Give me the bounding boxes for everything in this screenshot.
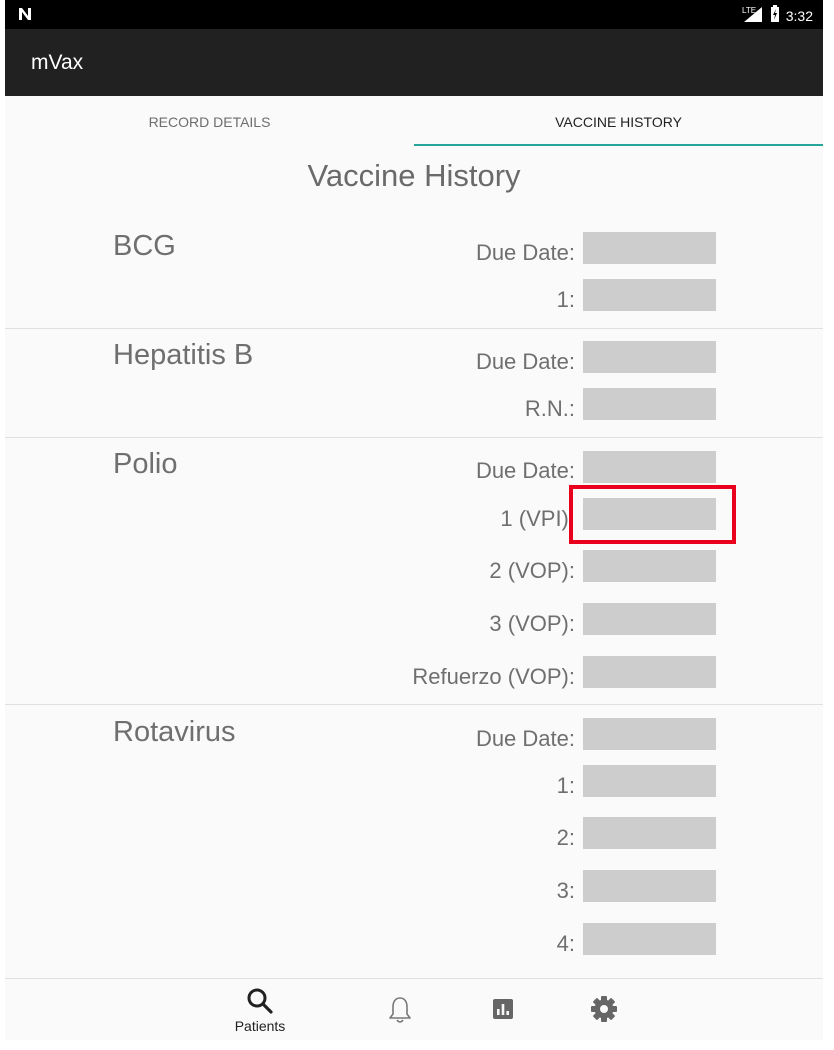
page-title: Vaccine History: [307, 158, 521, 193]
hepatitis-b-rn-field[interactable]: [583, 388, 716, 420]
field-label: R.N.:: [524, 396, 575, 421]
rotavirus-dose-4-field[interactable]: [583, 923, 716, 955]
field-label: Due Date:: [475, 240, 575, 265]
polio-booster-vop-field[interactable]: [583, 656, 716, 688]
app-toolbar: mVax: [5, 29, 823, 96]
tab-record-details[interactable]: RECORD DETAILS: [5, 96, 414, 148]
status-bar: LTE 3:32: [5, 0, 823, 29]
n-icon: [17, 6, 33, 27]
status-icons: LTE 3:32: [742, 5, 813, 26]
battery-icon: [770, 5, 780, 26]
field-label: 1:: [556, 773, 575, 798]
signal-icon: LTE: [742, 5, 764, 26]
hepatitis-b-due-date-field[interactable]: [583, 341, 716, 373]
vaccine-name-rotavirus: Rotavirus: [113, 716, 236, 748]
field-label: 1 (VPI):: [500, 506, 575, 531]
vaccine-name-hepatitis-b: Hepatitis B: [113, 339, 254, 371]
nav-patients-label: Patients: [234, 1018, 286, 1034]
field-label: 1:: [556, 287, 575, 312]
field-label: 3:: [556, 878, 575, 903]
gear-icon: [590, 996, 618, 1027]
highlight-box: [569, 485, 736, 544]
field-label: Due Date:: [475, 458, 575, 483]
rotavirus-dose-3-field[interactable]: [583, 870, 716, 902]
vaccine-name-bcg: BCG: [113, 230, 176, 262]
rotavirus-due-date-field[interactable]: [583, 718, 716, 750]
tab-record-details-label: RECORD DETAILS: [148, 114, 271, 130]
field-label: 3 (VOP):: [489, 611, 575, 636]
tab-bar: RECORD DETAILS VACCINE HISTORY: [5, 96, 823, 148]
nav-reports[interactable]: [463, 998, 543, 1025]
divider: [5, 328, 823, 329]
bell-icon: [386, 997, 414, 1029]
status-time: 3:32: [785, 7, 813, 24]
nav-notifications[interactable]: [360, 995, 440, 1030]
polio-dose-3-vop-field[interactable]: [583, 603, 716, 635]
bcg-due-date-field[interactable]: [583, 232, 716, 264]
divider: [5, 437, 823, 438]
polio-due-date-field[interactable]: [583, 451, 716, 483]
app-title: mVax: [31, 51, 84, 74]
field-label: Due Date:: [475, 726, 575, 751]
vaccine-name-polio: Polio: [113, 448, 178, 480]
divider: [5, 704, 823, 705]
field-label: 4:: [556, 931, 575, 956]
field-label: Refuerzo (VOP):: [412, 664, 575, 689]
tab-vaccine-history-label: VACCINE HISTORY: [555, 114, 682, 130]
chart-icon: [492, 999, 514, 1024]
field-label: 2 (VOP):: [489, 558, 575, 583]
nav-patients[interactable]: Patients: [220, 987, 300, 1034]
bcg-dose-1-field[interactable]: [583, 279, 716, 311]
rotavirus-dose-1-field[interactable]: [583, 765, 716, 797]
polio-dose-2-vop-field[interactable]: [583, 550, 716, 582]
field-label: 2:: [556, 825, 575, 850]
field-label: Due Date:: [475, 349, 575, 374]
device-screen: LTE 3:32 mVax RECORD DETAILS VACCINE HIS…: [5, 0, 823, 1040]
tab-vaccine-history[interactable]: VACCINE HISTORY: [414, 96, 823, 148]
nav-settings[interactable]: [564, 995, 644, 1028]
search-icon: [246, 988, 274, 1019]
bottom-navigation: Patients: [5, 978, 823, 1040]
rotavirus-dose-2-field[interactable]: [583, 817, 716, 849]
svg-text:LTE: LTE: [742, 6, 756, 15]
tab-indicator: [414, 144, 823, 146]
